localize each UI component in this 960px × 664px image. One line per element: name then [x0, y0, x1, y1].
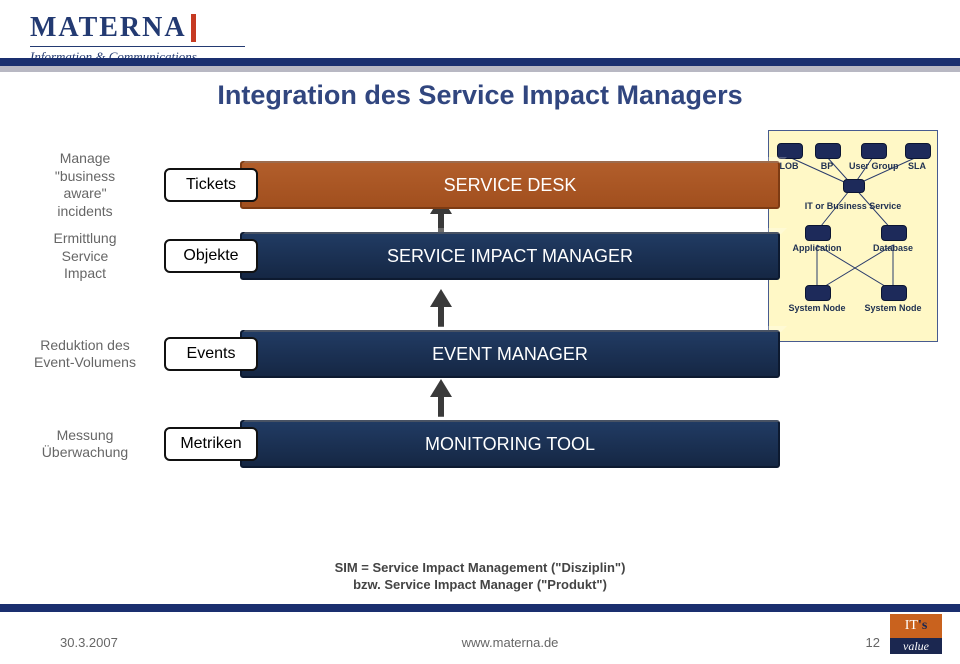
- row-label-3: Reduktion des Event-Volumens: [0, 337, 170, 372]
- tree-node-service: [843, 179, 865, 193]
- header-band-light: [0, 66, 960, 72]
- tree-node-usergroup: [861, 143, 887, 159]
- row-label-1: Manage "business aware" incidents: [0, 150, 170, 220]
- row-monitoring: Messung Überwachung Metriken MONITORING …: [0, 420, 960, 468]
- row-label-2: Ermittlung Service Impact: [0, 230, 170, 283]
- footer-band: [0, 604, 960, 612]
- bar-monitoring: MONITORING TOOL: [240, 420, 780, 468]
- page-title: Integration des Service Impact Managers: [0, 80, 960, 111]
- chip-metriken: Metriken: [164, 427, 258, 461]
- tree-label-usergroup: User Group: [849, 161, 897, 171]
- tree-node-bp: [815, 143, 841, 159]
- tree-node-sysnode-1: [805, 285, 831, 301]
- bar-service-desk: SERVICE DESK: [240, 161, 780, 209]
- tree-node-database: [881, 225, 907, 241]
- tree-label-sla: SLA: [903, 161, 931, 171]
- arrow-event-to-sim-icon: [430, 289, 452, 307]
- logo-accent-bar: [191, 14, 196, 42]
- badge-top: IT's: [890, 614, 942, 638]
- tree-label-database: Database: [869, 243, 917, 253]
- arrow-monitor-to-event-icon: [430, 379, 452, 397]
- tree-label-application: Application: [789, 243, 845, 253]
- tree-node-sysnode-2: [881, 285, 907, 301]
- footer-url: www.materna.de: [260, 635, 760, 650]
- service-tree: LOB BP User Group SLA IT or Business Ser…: [768, 130, 938, 342]
- footer: 30.3.2007 www.materna.de 12: [0, 635, 960, 650]
- chip-objekte: Objekte: [164, 239, 258, 273]
- sim-caption: SIM = Service Impact Management ("Diszip…: [0, 559, 960, 594]
- chip-tickets: Tickets: [164, 168, 258, 202]
- its-value-badge: IT's value: [890, 614, 942, 654]
- bar-event-manager: EVENT MANAGER: [240, 330, 780, 378]
- tree-label-bp: BP: [813, 161, 841, 171]
- footer-date: 30.3.2007: [60, 635, 260, 650]
- chip-events: Events: [164, 337, 258, 371]
- logo-text: MATERNA: [30, 12, 187, 44]
- header-band-dark: [0, 58, 960, 66]
- row-label-4: Messung Überwachung: [0, 427, 170, 462]
- badge-bottom: value: [890, 638, 942, 654]
- tree-node-sla: [905, 143, 931, 159]
- tree-label-sysnode-2: System Node: [863, 303, 923, 313]
- tree-label-sysnode-1: System Node: [787, 303, 847, 313]
- tree-node-application: [805, 225, 831, 241]
- diagram-canvas: Manage "business aware" incidents Ticket…: [0, 130, 960, 564]
- bar-sim: SERVICE IMPACT MANAGER: [240, 232, 780, 280]
- tree-label-service: IT or Business Service: [803, 201, 903, 211]
